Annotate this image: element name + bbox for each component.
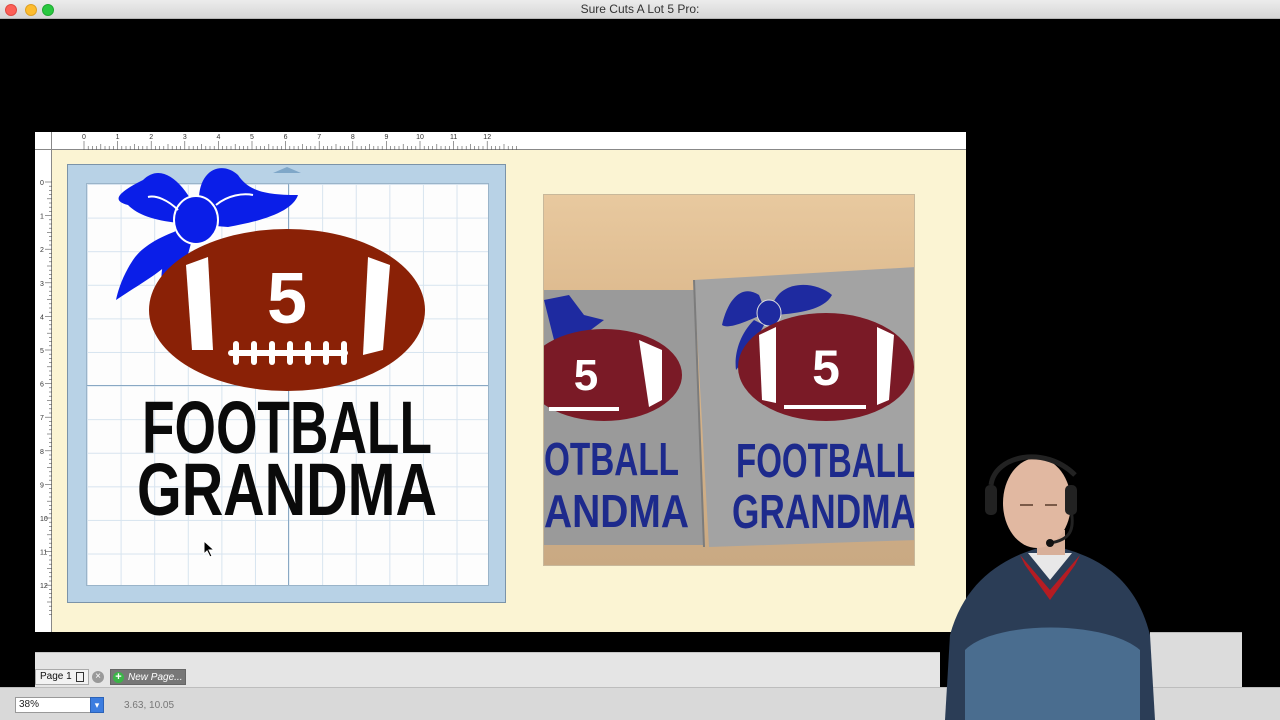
- ruler-top-label: 7: [317, 134, 321, 141]
- tab-page-1[interactable]: Page 1: [35, 669, 89, 685]
- ruler-left-label: 7: [40, 415, 44, 422]
- ruler-left-label: 6: [40, 382, 44, 389]
- ruler-top-label: 0: [82, 134, 86, 141]
- ruler-left-label: 5: [40, 348, 44, 355]
- ruler-left-label: 11: [40, 550, 47, 557]
- ruler-top-label: 10: [416, 134, 424, 141]
- ruler-left-label: 9: [40, 482, 44, 489]
- ruler-left-label: 4: [40, 314, 44, 321]
- page-tabs-bar: Page 1 × + New Page...: [35, 652, 940, 687]
- ruler-top-label: 8: [351, 134, 355, 141]
- right-shirt-number: 5: [812, 340, 840, 396]
- ruler-left-label: 3: [40, 281, 44, 288]
- mouse-cursor-icon: [203, 540, 216, 558]
- ruler-left-label: 12: [40, 583, 48, 590]
- ruler-corner: [35, 132, 52, 150]
- football-shape[interactable]: 5: [149, 229, 425, 391]
- right-shirt-line1: FOOTBALL: [736, 435, 915, 488]
- ruler-top-label: 6: [284, 134, 288, 141]
- window-title-bar: Sure Cuts A Lot 5 Pro:: [0, 0, 1280, 19]
- zoom-level-field[interactable]: 38%: [15, 697, 91, 713]
- cutting-mat[interactable]: 5 FOOTBALL GRANDMA: [67, 164, 506, 603]
- cursor-coordinates: 3.63, 10.05: [124, 700, 175, 711]
- photo-shirts-image: 5 OTBALL ANDMA 5 FOOTBALL GRANDMA: [544, 267, 915, 548]
- ruler-horizontal-ticks: 0 1 2 3 4 5 6 7 8 9 10 11 12: [82, 134, 517, 150]
- presenter-webcam-image: [945, 454, 1155, 720]
- page-icon: [75, 672, 84, 682]
- ruler-top-label: 2: [149, 134, 153, 141]
- ruler-top-label: 4: [216, 134, 220, 141]
- page-tab-label: Page 1: [40, 671, 72, 682]
- ruler-top-label: 1: [116, 134, 120, 141]
- plus-icon: +: [113, 671, 124, 683]
- ruler-vertical: 0 1 2 3 4 5 6 7 8 9 10 11 12: [35, 150, 52, 632]
- ruler-left-label: 8: [40, 449, 44, 456]
- right-shirt-line2: GRANDMA: [732, 486, 915, 539]
- canvas-bottom-strip: [35, 632, 966, 652]
- ruler-top-label: 9: [384, 134, 388, 141]
- ruler-top-label: 11: [450, 134, 457, 141]
- drawing-canvas[interactable]: 0 1 2 3 4 5 6 7 8 9 10 11 12 0 1 2 3 4 5 6 7 8 9 10 11 12: [35, 132, 966, 632]
- ruler-top-label: 12: [483, 134, 491, 141]
- ruler-horizontal: 0 1 2 3 4 5 6 7 8 9 10 11 12: [35, 132, 966, 150]
- reference-photo[interactable]: 5 OTBALL ANDMA 5 FOOTBALL GRANDMA: [543, 194, 915, 566]
- left-shirt-number: 5: [574, 351, 598, 400]
- football-grandma-design[interactable]: 5 FOOTBALL GRANDMA: [68, 165, 507, 604]
- ruler-top-label: 3: [183, 134, 187, 141]
- design-text-line2[interactable]: GRANDMA: [137, 448, 437, 531]
- new-page-label: New Page...: [128, 671, 183, 683]
- ruler-left-label: 2: [40, 247, 44, 254]
- ruler-left-label: 10: [40, 516, 48, 523]
- window-title: Sure Cuts A Lot 5 Pro:: [580, 2, 700, 16]
- left-shirt-line1: OTBALL: [544, 433, 679, 485]
- close-page-icon[interactable]: ×: [92, 671, 104, 683]
- new-page-button[interactable]: + New Page...: [110, 669, 186, 685]
- left-shirt-line2: ANDMA: [544, 485, 689, 537]
- design-number: 5: [267, 259, 307, 339]
- ruler-left-label: 1: [40, 214, 44, 221]
- ruler-top-label: 5: [250, 134, 254, 141]
- ruler-left-label: 0: [40, 180, 44, 187]
- ruler-vertical-ticks: 0123456789101112: [40, 180, 52, 615]
- zoom-dropdown-button[interactable]: ▾: [90, 697, 104, 713]
